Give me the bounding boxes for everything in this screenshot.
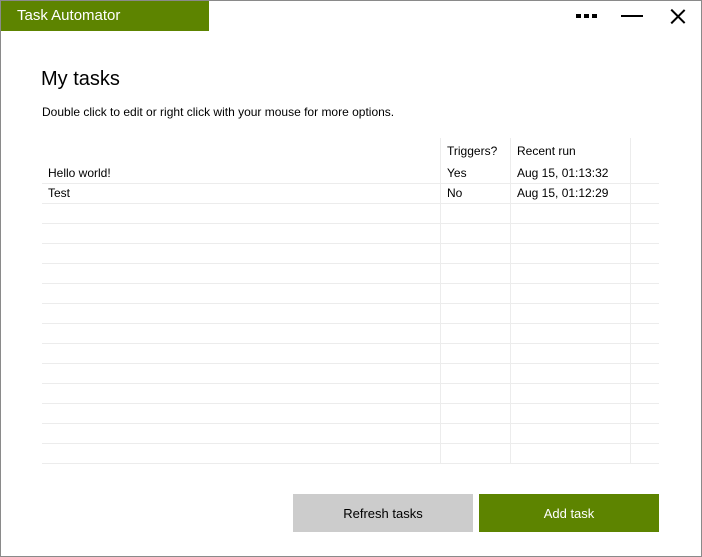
empty-cell	[440, 224, 510, 243]
empty-cell	[510, 304, 630, 323]
empty-cell	[42, 444, 440, 463]
empty-table-row	[42, 224, 659, 244]
empty-cell	[630, 324, 659, 343]
empty-cell	[42, 204, 440, 223]
app-window: Task Automator My tasks Double click to …	[0, 0, 702, 557]
empty-cell	[630, 404, 659, 423]
empty-cell	[630, 344, 659, 363]
empty-cell	[440, 424, 510, 443]
minimize-button[interactable]	[609, 1, 655, 31]
window-title: Task Automator	[1, 1, 209, 31]
empty-cell	[440, 404, 510, 423]
window-controls	[563, 1, 701, 31]
page-title: My tasks	[41, 68, 120, 90]
close-icon	[671, 9, 685, 23]
empty-table-row	[42, 304, 659, 324]
empty-table-row	[42, 384, 659, 404]
more-options-button[interactable]	[563, 1, 609, 31]
empty-cell	[440, 284, 510, 303]
empty-cell	[42, 244, 440, 263]
minimize-icon	[621, 15, 643, 17]
empty-table-row	[42, 444, 659, 464]
empty-table-row	[42, 424, 659, 444]
empty-cell	[42, 224, 440, 243]
empty-cell	[42, 404, 440, 423]
empty-cell	[440, 384, 510, 403]
empty-cell	[510, 224, 630, 243]
task-triggers-cell: No	[440, 184, 510, 203]
filler-cell	[630, 184, 659, 203]
empty-cell	[42, 344, 440, 363]
filler-cell	[630, 164, 659, 183]
empty-table-row	[42, 204, 659, 224]
empty-cell	[510, 364, 630, 383]
empty-cell	[630, 364, 659, 383]
table-header: Triggers? Recent run	[42, 138, 659, 164]
empty-cell	[440, 324, 510, 343]
task-name-cell: Hello world!	[48, 166, 111, 180]
empty-cell	[510, 424, 630, 443]
empty-cell	[440, 264, 510, 283]
empty-cell	[440, 444, 510, 463]
empty-cell	[630, 284, 659, 303]
empty-table-row	[42, 264, 659, 284]
empty-cell	[440, 364, 510, 383]
empty-table-row	[42, 364, 659, 384]
task-name-cell: Test	[48, 186, 71, 200]
empty-cell	[510, 284, 630, 303]
empty-cell	[630, 224, 659, 243]
empty-cell	[510, 204, 630, 223]
add-task-button[interactable]: Add task	[479, 494, 659, 532]
instructions-text: Double click to edit or right click with…	[42, 105, 395, 119]
empty-cell	[510, 264, 630, 283]
empty-cell	[630, 204, 659, 223]
empty-cell	[42, 324, 440, 343]
refresh-tasks-button[interactable]: Refresh tasks	[293, 494, 473, 532]
empty-cell	[42, 264, 440, 283]
empty-cell	[42, 424, 440, 443]
column-header-triggers[interactable]: Triggers?	[440, 138, 510, 164]
table-row[interactable]: Test No Aug 15, 01:12:29	[42, 184, 659, 204]
column-header-filler	[630, 138, 659, 164]
empty-cell	[440, 344, 510, 363]
task-recent-run-cell: Aug 15, 01:12:29	[510, 184, 630, 203]
empty-cell	[510, 344, 630, 363]
empty-cell	[510, 444, 630, 463]
empty-cell	[440, 244, 510, 263]
column-header-recent-run[interactable]: Recent run	[510, 138, 630, 164]
empty-cell	[630, 264, 659, 283]
close-button[interactable]	[655, 1, 701, 31]
empty-cell	[630, 384, 659, 403]
empty-cell	[510, 244, 630, 263]
empty-cell	[440, 304, 510, 323]
task-triggers-cell: Yes	[440, 164, 510, 183]
task-recent-run-cell: Aug 15, 01:13:32	[510, 164, 630, 183]
empty-cell	[630, 424, 659, 443]
empty-cell	[42, 384, 440, 403]
column-header-name[interactable]	[42, 138, 440, 164]
empty-cell	[510, 384, 630, 403]
empty-cell	[630, 244, 659, 263]
empty-cell	[42, 304, 440, 323]
empty-cell	[510, 404, 630, 423]
table-row[interactable]: Hello world! Yes Aug 15, 01:13:32	[42, 164, 659, 184]
empty-cell	[440, 204, 510, 223]
empty-table-row	[42, 404, 659, 424]
empty-cell	[510, 324, 630, 343]
table-body: Hello world! Yes Aug 15, 01:13:32 Test N…	[42, 164, 659, 464]
empty-table-row	[42, 324, 659, 344]
empty-cell	[630, 444, 659, 463]
empty-table-row	[42, 284, 659, 304]
tasks-table: Triggers? Recent run Hello world! Yes Au…	[42, 138, 659, 464]
more-dots-icon	[575, 14, 597, 18]
empty-cell	[42, 284, 440, 303]
empty-cell	[42, 364, 440, 383]
empty-table-row	[42, 244, 659, 264]
empty-cell	[630, 304, 659, 323]
empty-table-row	[42, 344, 659, 364]
